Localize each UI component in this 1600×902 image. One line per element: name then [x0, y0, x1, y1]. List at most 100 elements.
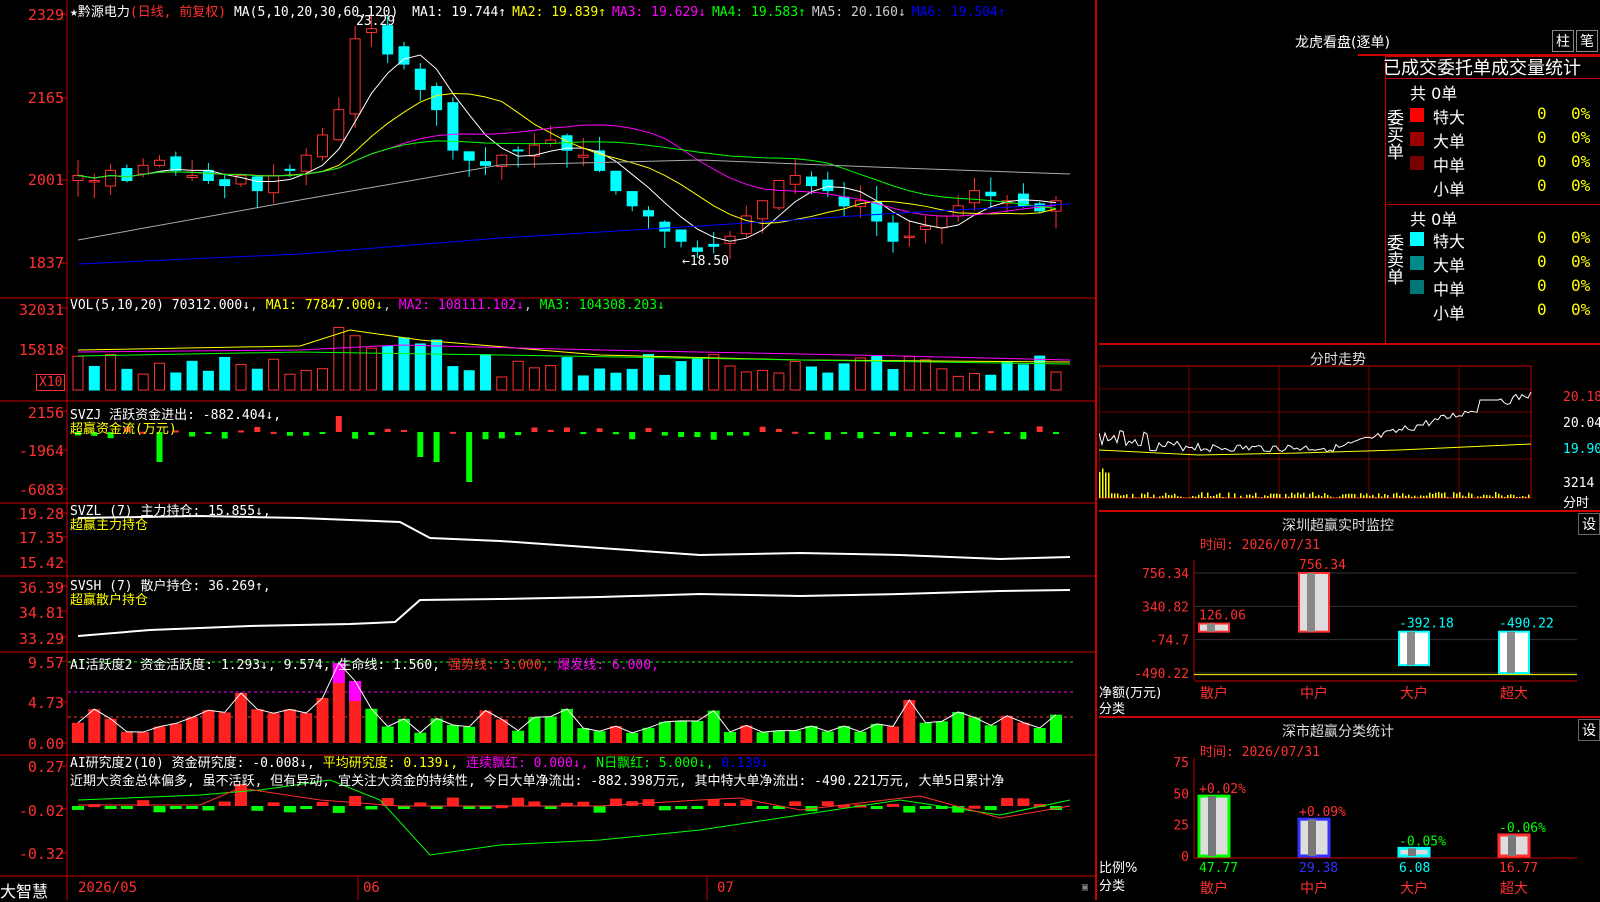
money-flow-bar	[890, 432, 896, 436]
research-bar	[333, 806, 345, 813]
money-flow-bar	[1020, 432, 1026, 439]
ai1-tick: 0.00	[2, 735, 64, 753]
volume-bar	[89, 366, 99, 390]
fenshi-volume-bar	[1276, 494, 1278, 498]
monitor-bar-shade	[1307, 573, 1315, 632]
ai1-header: AI活跃度2 资金活跃度: 1.293↓, 9.574, 生命线: 1.560,…	[70, 654, 659, 673]
volume-bar	[725, 366, 735, 390]
research-bar	[757, 806, 769, 809]
volume-bar	[1018, 365, 1028, 390]
candle-body	[269, 175, 279, 192]
activity-bar	[610, 726, 622, 743]
money-flow-bar	[222, 432, 228, 439]
monitor-category: 散户	[1200, 685, 1228, 702]
activity-bar	[186, 717, 198, 743]
svzl-tick: 19.28	[2, 505, 64, 523]
research-bar	[920, 806, 932, 809]
candle-body	[203, 170, 213, 180]
date-label: 06	[363, 880, 380, 896]
candle-body	[432, 87, 442, 110]
lock-icon[interactable]: ▣	[1082, 882, 1088, 893]
activity-bar	[659, 722, 671, 743]
activity-bar	[1017, 723, 1029, 743]
fenshi-volume-bar	[1279, 494, 1281, 498]
fenshi-volume-bar	[1267, 496, 1269, 498]
ai2-comment: 近期大资金总体偏多, 虽不活跃, 但有异动, 宜关注大资金的持续性, 今日大单净…	[70, 770, 1095, 789]
fenshi-volume-bar	[1525, 497, 1527, 498]
money-flow-bar	[287, 432, 293, 436]
candle-body	[89, 181, 99, 182]
stock-name[interactable]: ★黔源电力	[70, 5, 130, 20]
volume-bar	[1035, 356, 1045, 390]
fenshi-volume-bar	[1339, 497, 1341, 498]
fenshi-volume-bar	[1159, 496, 1161, 498]
volume-bar	[334, 327, 344, 390]
price-tick: 2001	[2, 171, 64, 189]
fenshi-volume-bar	[1168, 495, 1170, 498]
ai2-header: AI研究度2(10) 资金研究度: -0.008↓, 平均研究度: 0.139↓…	[70, 752, 768, 771]
fenshi-volume-bar	[1240, 496, 1242, 498]
money-flow-bar	[809, 432, 815, 434]
money-flow-bar	[580, 432, 586, 434]
money-flow-bar	[483, 432, 489, 439]
ai2-last: 0.139↓	[721, 756, 768, 771]
monitor-category: 中户	[1300, 685, 1328, 702]
fenshi-volume-bar	[1204, 497, 1206, 498]
fenshi-volume-bar	[1342, 494, 1344, 498]
volume-bar	[970, 374, 980, 390]
monitor-bar-value: 756.34	[1299, 558, 1346, 573]
research-bar	[675, 806, 687, 809]
activity-bar	[219, 712, 231, 743]
activity-bar	[447, 725, 459, 743]
money-flow-bar	[923, 432, 929, 434]
fenshi-volume-bar	[1315, 496, 1317, 498]
monitor-bar-value: 126.06	[1199, 609, 1246, 624]
price-header: ★黔源电力(日线, 前复权) MA(5,10,20,30,60,120) MA1…	[70, 1, 1006, 20]
fenshi-volume-bar	[1108, 473, 1110, 498]
volume-bar	[269, 359, 279, 390]
vol-header: VOL(5,10,20) 70312.000↓, MA1: 77847.000↓…	[70, 298, 665, 313]
volume-bar	[741, 372, 751, 390]
activity-bar	[871, 724, 883, 743]
fenshi-volume-bar	[1423, 496, 1425, 498]
volume-bar	[986, 375, 996, 390]
activity-bar	[724, 732, 736, 743]
money-flow-bar	[515, 432, 521, 435]
volume-bar	[513, 361, 523, 390]
research-bar	[903, 806, 915, 813]
fenshi-volume-bar	[1207, 493, 1209, 498]
activity-bar	[88, 709, 100, 743]
candle-body	[448, 103, 458, 150]
main-holding-line	[78, 516, 1070, 559]
volume-bar	[953, 376, 963, 390]
activity-bar	[72, 723, 84, 743]
money-flow-bar	[841, 432, 847, 434]
activity-bar	[822, 731, 834, 743]
money-flow-bar	[548, 430, 554, 432]
candle-body	[839, 197, 849, 206]
activity-bar	[300, 713, 312, 743]
money-flow-bar	[205, 432, 211, 434]
volume-bar	[823, 373, 833, 390]
money-flow-bar	[434, 432, 440, 462]
research-bar	[871, 806, 883, 809]
activity-bar	[691, 721, 703, 743]
app-logo: 大智慧	[0, 878, 48, 902]
money-flow-bar	[776, 429, 782, 432]
research-bar	[691, 806, 703, 809]
money-flow-bar	[743, 432, 749, 436]
fenshi-volume-bar	[1480, 497, 1482, 498]
volume-bar	[758, 370, 768, 390]
candle-body	[138, 165, 148, 174]
fenshi-volume-bar	[1510, 494, 1512, 498]
chart-area[interactable]: ★黔源电力(日线, 前复权) MA(5,10,20,30,60,120) MA1…	[0, 0, 1097, 900]
fenshi-volume-bar	[1273, 494, 1275, 498]
volume-bar	[888, 370, 898, 390]
candle-body	[220, 180, 230, 186]
volume-bar	[73, 356, 83, 390]
fenshi-volume-bar	[1360, 493, 1362, 498]
candle-body	[986, 192, 996, 195]
money-flow-bar	[417, 432, 423, 457]
classify-bar-change: +0.02%	[1199, 782, 1246, 797]
fenshi-volume-bar	[1366, 494, 1368, 498]
